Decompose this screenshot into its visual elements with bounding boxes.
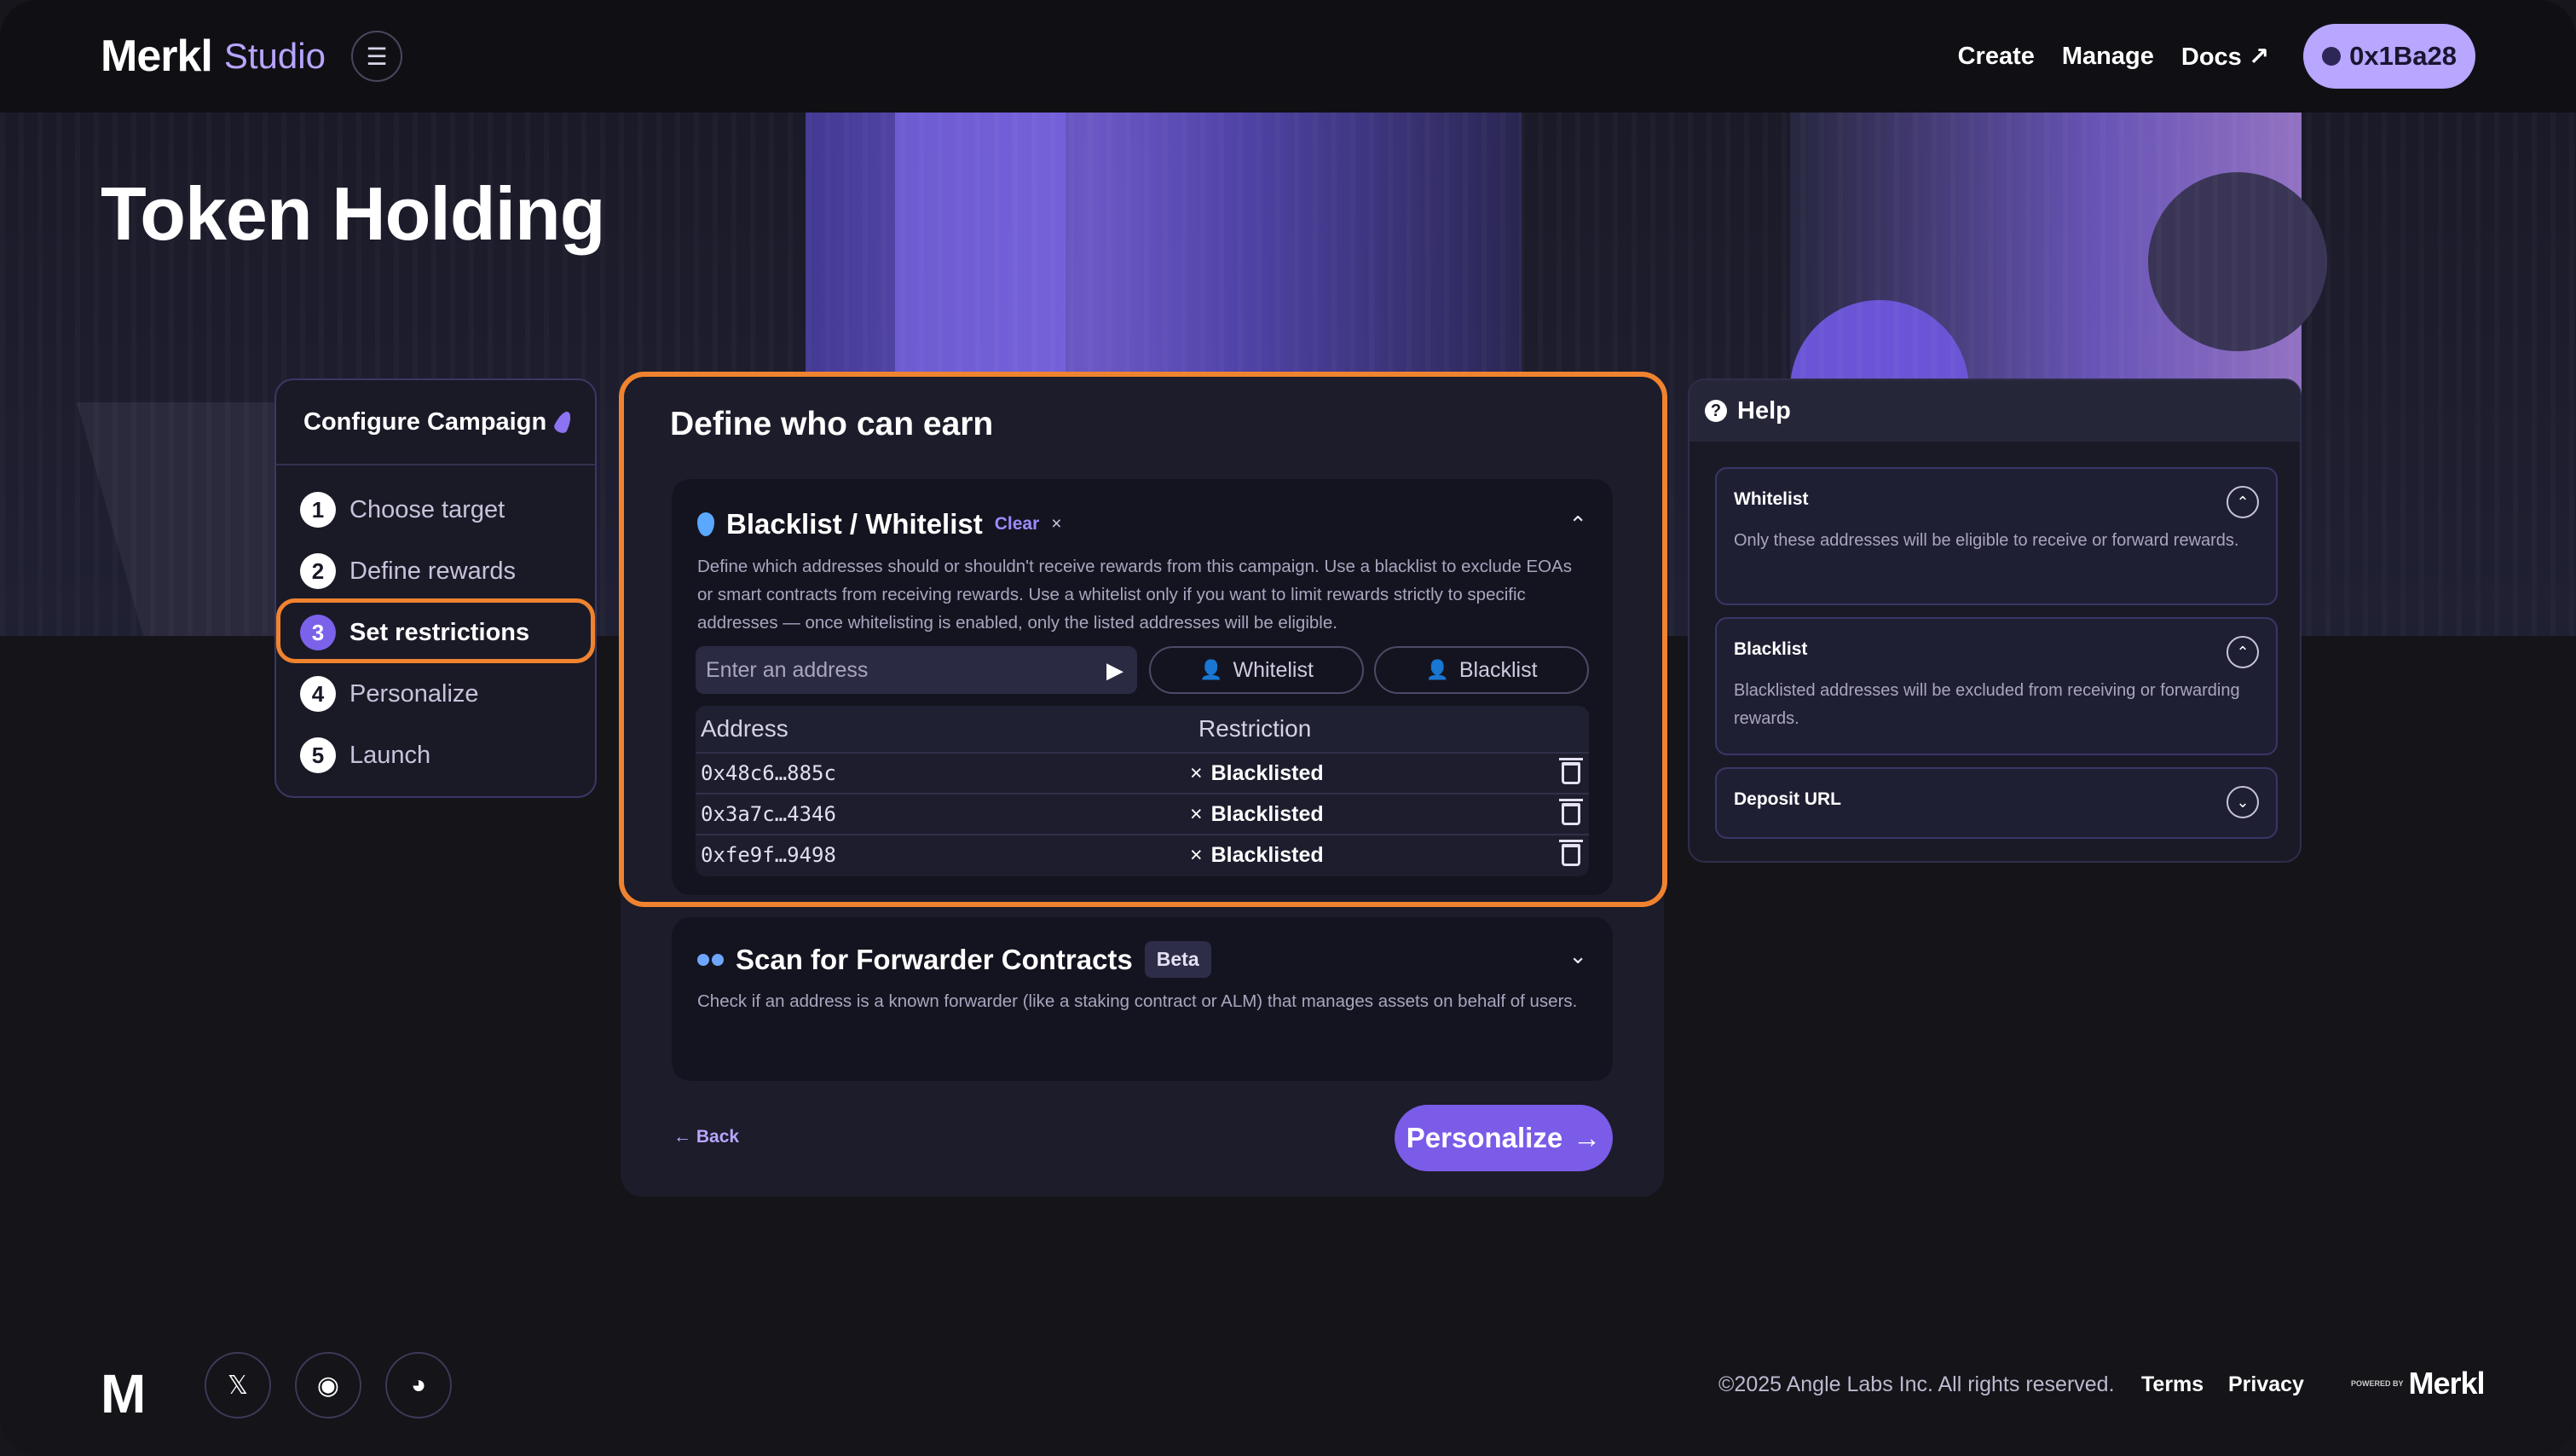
section-title: Scan for Forwarder Contracts bbox=[736, 943, 1133, 975]
powered-brand: Merkl bbox=[2408, 1366, 2486, 1401]
app-frame: Merkl Studio ☰ Create Manage Docs ↗ 0x1B… bbox=[0, 0, 2576, 1456]
step-personalize[interactable]: 4 Personalize bbox=[300, 668, 479, 719]
help-item-desc: Only these addresses will be eligible to… bbox=[1734, 531, 2239, 550]
active-step-highlight bbox=[276, 598, 595, 663]
terms-link[interactable]: Terms bbox=[2141, 1372, 2203, 1397]
step-number: 4 bbox=[300, 676, 336, 712]
help-item-deposit-url[interactable]: Deposit URL ⌄ bbox=[1715, 767, 2278, 839]
nav-create[interactable]: Create bbox=[1958, 43, 2035, 71]
help-item-blacklist[interactable]: Blacklist ⌃ Blacklisted addresses will b… bbox=[1715, 617, 2278, 755]
help-item-title: Deposit URL bbox=[1734, 789, 1841, 809]
page-title: Token Holding bbox=[101, 171, 606, 256]
chevron-down-icon[interactable]: ⌄ bbox=[2227, 786, 2259, 818]
step-number: 2 bbox=[300, 553, 336, 589]
wallet-button[interactable]: 0x1Ba28 bbox=[2303, 24, 2475, 89]
step-label: Define rewards bbox=[349, 557, 517, 585]
stepper-title: Configure Campaign bbox=[303, 407, 547, 436]
footer-logo[interactable]: M bbox=[101, 1362, 146, 1425]
campaign-stepper: Configure Campaign 1 Choose target 2 Def… bbox=[274, 378, 597, 798]
question-icon: ? bbox=[1705, 400, 1727, 422]
step-number: 1 bbox=[300, 492, 336, 528]
beta-badge: Beta bbox=[1144, 941, 1211, 978]
step-label: Personalize bbox=[349, 679, 479, 708]
glasses-icon bbox=[697, 953, 724, 966]
privacy-link[interactable]: Privacy bbox=[2228, 1372, 2304, 1397]
arrow-right-icon: → bbox=[1573, 1122, 1602, 1153]
help-item-title: Blacklist bbox=[1734, 639, 1808, 659]
back-link[interactable]: ← Back bbox=[673, 1127, 739, 1147]
github-icon[interactable]: ◉ bbox=[295, 1352, 361, 1418]
section-header: Scan for Forwarder Contracts Beta bbox=[697, 941, 1211, 978]
step-label: Launch bbox=[349, 741, 431, 769]
logo-studio: Studio bbox=[223, 36, 326, 76]
help-item-desc: Blacklisted addresses will be excluded f… bbox=[1734, 681, 2240, 728]
help-panel: ? Help Whitelist ⌃ Only these addresses … bbox=[1688, 378, 2302, 863]
top-nav: Create Manage Docs ↗ 0x1Ba28 bbox=[1958, 24, 2475, 89]
step-choose-target[interactable]: 1 Choose target bbox=[300, 484, 505, 535]
chevron-down-icon[interactable]: ⌄ bbox=[1568, 943, 1587, 969]
help-header: ? Help bbox=[1689, 380, 2300, 442]
section-highlight bbox=[619, 372, 1667, 907]
nav-manage[interactable]: Manage bbox=[2062, 43, 2154, 71]
logo[interactable]: Merkl bbox=[101, 31, 213, 82]
feather-icon bbox=[552, 408, 575, 436]
discord-icon[interactable]: ◕ bbox=[385, 1352, 452, 1418]
x-icon[interactable]: 𝕏 bbox=[205, 1352, 271, 1418]
step-label: Choose target bbox=[349, 495, 505, 523]
copyright: ©2025 Angle Labs Inc. All rights reserve… bbox=[1718, 1372, 2115, 1396]
stepper-header: Configure Campaign bbox=[276, 380, 595, 465]
top-bar: Merkl Studio ☰ Create Manage Docs ↗ 0x1B… bbox=[0, 0, 2576, 113]
chevron-up-icon[interactable]: ⌃ bbox=[2227, 486, 2259, 518]
step-define-rewards[interactable]: 2 Define rewards bbox=[300, 546, 516, 597]
next-label: Personalize bbox=[1406, 1122, 1563, 1153]
chevron-up-icon[interactable]: ⌃ bbox=[2227, 636, 2259, 668]
help-item-title: Whitelist bbox=[1734, 489, 1809, 509]
wallet-address: 0x1Ba28 bbox=[2349, 41, 2457, 71]
powered-by-label: POWERED BY bbox=[2351, 1379, 2404, 1388]
section-description: Check if an address is a known forwarder… bbox=[697, 991, 1578, 1011]
personalize-button[interactable]: Personalize → bbox=[1395, 1105, 1613, 1171]
help-item-whitelist[interactable]: Whitelist ⌃ Only these addresses will be… bbox=[1715, 467, 2278, 605]
menu-icon[interactable]: ☰ bbox=[350, 31, 402, 82]
step-number: 5 bbox=[300, 737, 336, 773]
powered-by-merkl[interactable]: POWERED BY Merkl bbox=[2351, 1366, 2486, 1401]
nav-docs[interactable]: Docs ↗ bbox=[2181, 42, 2269, 72]
forwarder-scan-section: Scan for Forwarder Contracts Beta ⌄ Chec… bbox=[672, 917, 1613, 1081]
step-launch[interactable]: 5 Launch bbox=[300, 730, 430, 781]
help-title: Help bbox=[1737, 396, 1791, 425]
wallet-avatar-icon bbox=[2322, 47, 2342, 66]
